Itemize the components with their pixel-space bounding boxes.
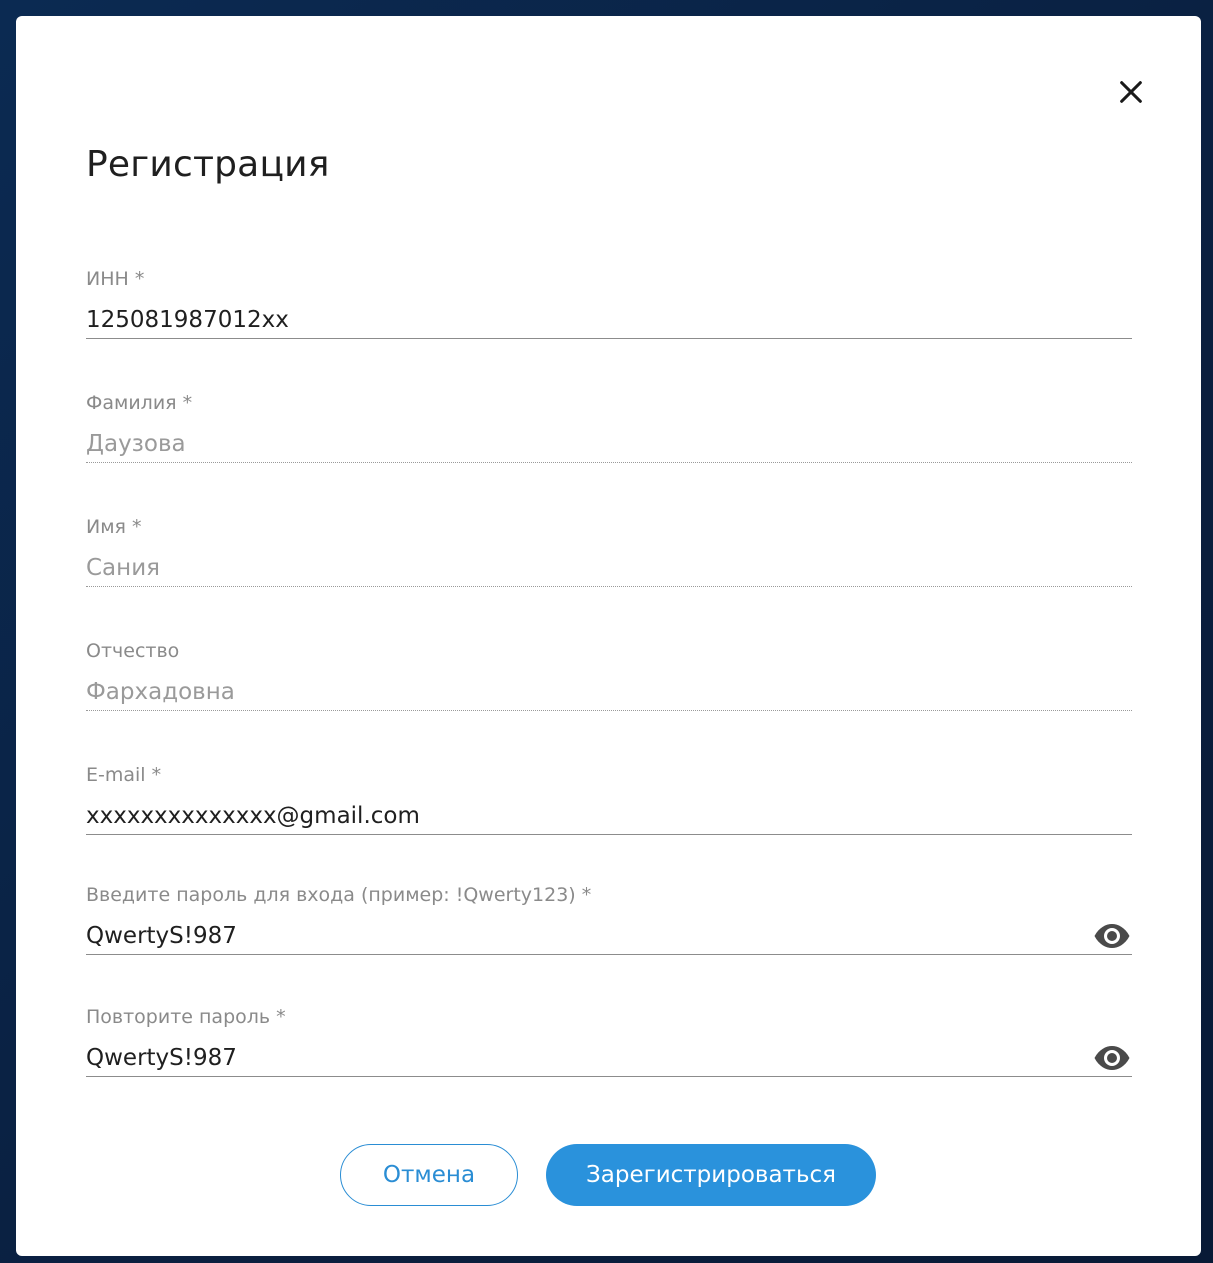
password-repeat-input-row bbox=[86, 1040, 1132, 1077]
cancel-button[interactable]: Отмена bbox=[340, 1144, 518, 1206]
patronymic-label: Отчество bbox=[86, 640, 180, 662]
inn-field: ИНН * bbox=[86, 266, 1132, 339]
last-name-label: Фамилия * bbox=[86, 392, 193, 414]
last-name-field: Фамилия * bbox=[86, 390, 1132, 463]
patronymic-field: Отчество bbox=[86, 638, 1132, 711]
last-name-input-row bbox=[86, 426, 1132, 463]
inn-input-row bbox=[86, 302, 1132, 339]
email-field: E-mail * bbox=[86, 762, 1132, 835]
password-repeat-input[interactable] bbox=[86, 1041, 1092, 1075]
inn-label: ИНН * bbox=[86, 268, 145, 290]
close-icon bbox=[1120, 81, 1142, 103]
password-input[interactable] bbox=[86, 919, 1092, 953]
password-repeat-field: Повторите пароль * bbox=[86, 1004, 1132, 1077]
password-field: Введите пароль для входа (пример: !Qwert… bbox=[86, 882, 1132, 955]
email-input-row bbox=[86, 798, 1132, 835]
password-repeat-label: Повторите пароль * bbox=[86, 1006, 286, 1028]
email-input[interactable] bbox=[86, 799, 1132, 833]
last-name-input[interactable] bbox=[86, 427, 1132, 461]
patronymic-input-row bbox=[86, 674, 1132, 711]
first-name-input-row bbox=[86, 550, 1132, 587]
email-label: E-mail * bbox=[86, 764, 162, 786]
register-button[interactable]: Зарегистрироваться bbox=[546, 1144, 876, 1206]
password-visibility-toggle[interactable] bbox=[1092, 920, 1132, 952]
close-button[interactable] bbox=[1111, 72, 1151, 112]
password-repeat-visibility-toggle[interactable] bbox=[1092, 1042, 1132, 1074]
password-label: Введите пароль для входа (пример: !Qwert… bbox=[86, 884, 592, 906]
first-name-label: Имя * bbox=[86, 516, 142, 538]
patronymic-input[interactable] bbox=[86, 675, 1132, 709]
eye-icon bbox=[1094, 924, 1130, 948]
first-name-input[interactable] bbox=[86, 551, 1132, 585]
password-input-row bbox=[86, 918, 1132, 955]
dialog-title: Регистрация bbox=[86, 144, 330, 185]
inn-input[interactable] bbox=[86, 303, 1132, 337]
first-name-field: Имя * bbox=[86, 514, 1132, 587]
eye-icon bbox=[1094, 1046, 1130, 1070]
registration-dialog: Регистрация ИНН * Фамилия * Имя * Отчест… bbox=[16, 16, 1201, 1256]
